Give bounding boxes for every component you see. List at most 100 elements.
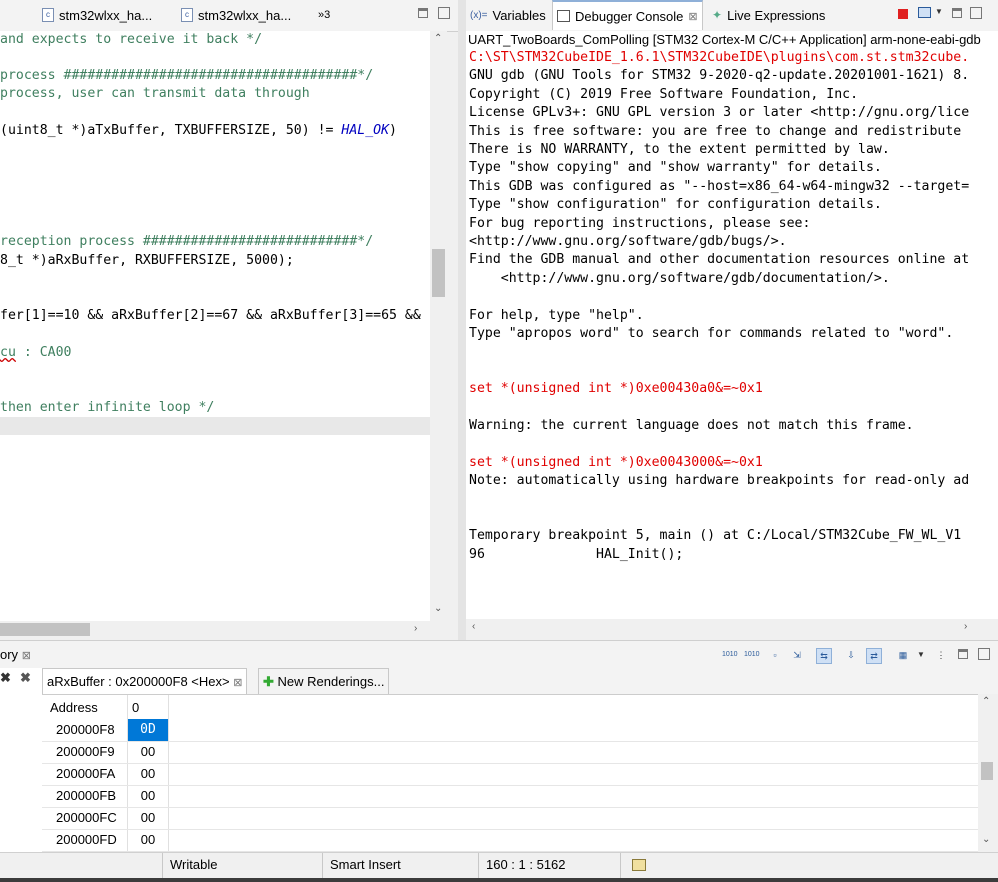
tab-rendering[interactable]: aRxBuffer : 0x200000F8 <Hex> ⊠ bbox=[42, 668, 248, 694]
memory-table[interactable]: Address 0 200000F8 0D 200000F9 00 200000FA 00… bbox=[42, 694, 978, 853]
memory-row-address: 200000F9 bbox=[56, 744, 115, 759]
maximize-icon[interactable] bbox=[970, 7, 982, 19]
column-header-0: 0 bbox=[132, 700, 140, 715]
tab-label: Variables bbox=[492, 7, 546, 23]
code-line: 8_t *)aRxBuffer, RXBUFFERSIZE, 5000); bbox=[0, 253, 294, 268]
console-line: Warning: the current language does not m… bbox=[469, 418, 914, 433]
row-divider bbox=[42, 785, 978, 786]
session-title: UART_TwoBoards_ComPolling [STM32 Cortex-… bbox=[468, 32, 981, 47]
console-line: <http://www.gnu.org/software/gdb/bugs/>. bbox=[469, 234, 787, 249]
memory-cell-value[interactable]: 00 bbox=[128, 763, 168, 785]
editor-tab-1[interactable]: c stm32wlxx_ha... bbox=[42, 0, 152, 30]
binary-format-icon[interactable]: 1010 bbox=[744, 648, 760, 662]
tab-label: New Renderings... bbox=[277, 674, 385, 689]
tab-memory[interactable]: ory ⊠ bbox=[0, 647, 31, 662]
tab-variables[interactable]: (x)= Variables bbox=[470, 0, 546, 30]
memory-cell-value[interactable]: 0D bbox=[128, 719, 168, 741]
tab-label: Live Expressions bbox=[727, 7, 826, 23]
console-line: Note: automatically using hardware break… bbox=[469, 473, 970, 489]
toggle-icon[interactable]: ⇄ bbox=[866, 648, 882, 664]
maximize-icon[interactable] bbox=[438, 7, 450, 19]
remove-icon[interactable]: ✖ bbox=[0, 670, 11, 686]
maximize-icon[interactable] bbox=[978, 648, 990, 660]
console-line: 96 HAL_Init(); bbox=[469, 546, 684, 562]
minimize-icon[interactable] bbox=[418, 8, 428, 18]
scroll-thumb[interactable] bbox=[981, 762, 993, 780]
overflow-count: »3 bbox=[318, 9, 331, 21]
chevron-down-icon[interactable]: ▼ bbox=[935, 7, 943, 16]
status-bar: Writable Smart Insert 160 : 1 : 5162 bbox=[0, 852, 998, 879]
console-line: GNU gdb (GNU Tools for STM32 9-2020-q2-u… bbox=[469, 68, 970, 84]
code-line: process ################################… bbox=[0, 68, 374, 83]
window-bottom-edge bbox=[0, 878, 998, 882]
scroll-thumb[interactable] bbox=[0, 623, 90, 636]
sash[interactable] bbox=[458, 0, 466, 640]
console-line: Copyright (C) 2019 Free Software Foundat… bbox=[469, 86, 859, 102]
console-line: Temporary breakpoint 5, main () at C:/Lo… bbox=[469, 528, 962, 544]
remove-all-icon[interactable]: ✖ bbox=[20, 670, 31, 686]
tab-label: ory bbox=[0, 647, 19, 662]
debugger-console-output[interactable]: UART_TwoBoards_ComPolling [STM32 Cortex-… bbox=[466, 31, 998, 619]
binary-format-icon[interactable]: 1010 bbox=[722, 648, 738, 662]
console-line: Type "show configuration" for configurat… bbox=[469, 197, 882, 213]
console-line: This GDB was configured as "--host=x86_6… bbox=[469, 178, 970, 194]
tab-live-expressions[interactable]: ✦ Live Expressions bbox=[712, 0, 825, 30]
live-expressions-icon: ✦ bbox=[712, 8, 723, 22]
plus-icon: ✚ bbox=[263, 674, 274, 689]
console-line: This is free software: you are free to c… bbox=[469, 123, 962, 139]
status-writable: Writable bbox=[170, 857, 218, 872]
memory-row-address: 200000FD bbox=[56, 832, 117, 847]
close-icon[interactable]: ⊠ bbox=[688, 10, 697, 23]
memory-cell-value[interactable]: 00 bbox=[128, 785, 168, 807]
memory-cell-value[interactable]: 00 bbox=[128, 741, 168, 763]
display-console-icon[interactable] bbox=[918, 7, 931, 18]
minimize-icon[interactable] bbox=[952, 8, 962, 18]
memory-cell-value[interactable]: 00 bbox=[128, 829, 168, 851]
link-icon[interactable]: ⇆ bbox=[816, 648, 832, 664]
code-line: cu : CA00 bbox=[0, 345, 72, 360]
tab-label: Debugger Console bbox=[575, 8, 684, 24]
memory-vertical-scrollbar[interactable]: ⌃ ⌄ bbox=[978, 694, 996, 852]
editor-tab-bar: c stm32wlxx_ha... c stm32wlxx_ha... »3 bbox=[0, 0, 460, 32]
memory-cell-value[interactable]: 00 bbox=[128, 807, 168, 829]
editor-horizontal-scrollbar[interactable]: › bbox=[0, 621, 447, 638]
editor-tab-label: stm32wlxx_ha... bbox=[59, 7, 153, 23]
console-line: Type "show copying" and "show warranty" … bbox=[469, 160, 882, 176]
variables-icon: (x)= bbox=[470, 9, 488, 21]
code-editor[interactable]: and expects to receive it back */ proces… bbox=[0, 31, 430, 621]
c-file-icon: c bbox=[42, 8, 54, 22]
memory-row-address: 200000FB bbox=[56, 788, 116, 803]
status-insert-mode: Smart Insert bbox=[330, 857, 401, 872]
close-icon[interactable]: ⊠ bbox=[22, 650, 31, 662]
memory-row-address: 200000FC bbox=[56, 810, 117, 825]
column-header-address: Address bbox=[50, 700, 98, 715]
row-divider bbox=[42, 829, 978, 830]
rendering-tab-bar: aRxBuffer : 0x200000F8 <Hex> ⊠ ✚ New Ren… bbox=[42, 668, 998, 694]
new-file-icon[interactable]: ▫ bbox=[768, 648, 782, 662]
terminate-icon[interactable] bbox=[898, 9, 908, 19]
editor-tab-2[interactable]: c stm32wlxx_ha... bbox=[181, 0, 291, 30]
close-icon[interactable]: ⊠ bbox=[233, 677, 242, 689]
sync-icon[interactable]: ⇩ bbox=[844, 648, 858, 662]
view-menu-icon[interactable]: ⋮ bbox=[934, 648, 948, 662]
console-line: Find the GDB manual and other documentat… bbox=[469, 252, 970, 268]
status-indicator-icon[interactable] bbox=[632, 859, 646, 871]
c-file-icon: c bbox=[181, 8, 193, 22]
layout-icon[interactable]: ▦ bbox=[896, 648, 910, 662]
editor-tab-overflow[interactable]: »3 bbox=[318, 0, 330, 30]
export-icon[interactable]: ⇲ bbox=[790, 648, 804, 662]
scroll-thumb[interactable] bbox=[432, 249, 445, 297]
console-line: Type "apropos word" to search for comman… bbox=[469, 326, 954, 341]
current-line-highlight bbox=[0, 417, 430, 435]
code-line: (uint8_t *)aTxBuffer, TXBUFFERSIZE, 50) … bbox=[0, 123, 397, 138]
console-line: For bug reporting instructions, please s… bbox=[469, 215, 811, 231]
tab-debugger-console[interactable]: Debugger Console ⊠ bbox=[552, 0, 703, 30]
console-line: C:\ST\STM32CubeIDE_1.6.1\STM32CubeIDE\pl… bbox=[469, 50, 970, 65]
editor-vertical-scrollbar[interactable]: ⌃ ⌄ bbox=[430, 31, 447, 621]
console-horizontal-scrollbar[interactable]: ‹ › bbox=[466, 619, 998, 636]
console-line: For help, type "help". bbox=[469, 307, 644, 323]
minimize-icon[interactable] bbox=[958, 649, 968, 659]
new-renderings-tab[interactable]: ✚ New Renderings... bbox=[258, 668, 390, 694]
memory-row-address: 200000FA bbox=[56, 766, 116, 781]
chevron-down-icon[interactable]: ▼ bbox=[914, 648, 928, 662]
